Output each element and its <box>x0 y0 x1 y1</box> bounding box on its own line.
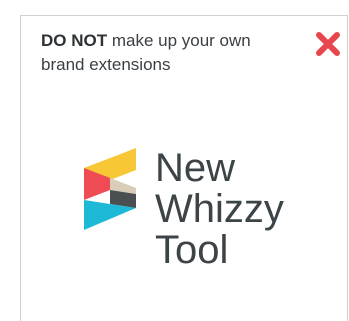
brand-logo-icon <box>84 148 136 230</box>
caption-emphasis: DO NOT <box>41 31 108 50</box>
wordmark-line-1: New <box>155 146 236 190</box>
wordmark-line-2: Whizzy <box>155 187 284 231</box>
wordmark-line-3: Tool <box>155 228 229 272</box>
brand-wordmark: New Whizzy Tool <box>155 148 284 271</box>
guideline-caption: DO NOT make up your own brand extensions <box>41 29 281 77</box>
cross-icon <box>316 32 340 56</box>
guideline-card: DO NOT make up your own brand extensions… <box>20 15 348 321</box>
